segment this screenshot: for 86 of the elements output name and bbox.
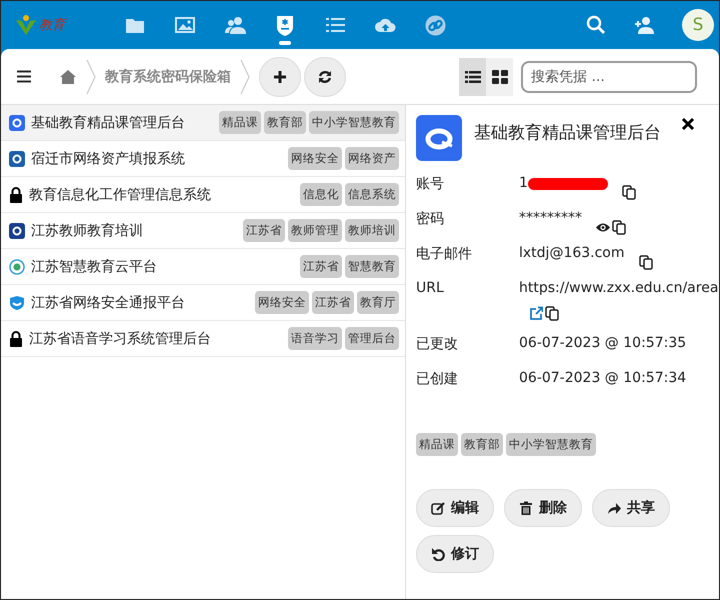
credential-name: 江苏智慧教育云平台 (31, 258, 157, 276)
field-value: https://www.zxx.edu.cn/area (519, 280, 718, 296)
refresh-icon (318, 70, 332, 84)
revisions-button[interactable]: 修订 (416, 535, 494, 573)
date-value: 06-07-2023 @ 10:57:34 (519, 370, 686, 386)
add-button[interactable] (259, 56, 301, 96)
copy-icon[interactable] (545, 306, 559, 321)
field-label: 已更改 (416, 335, 459, 354)
search-icon[interactable] (586, 15, 606, 35)
edit-icon (431, 501, 445, 515)
edit-button[interactable]: 编辑 (416, 489, 494, 527)
credential-row[interactable]: 宿迁市网络资产填报系统 网络安全 网络资产 (1, 141, 405, 177)
detail-title: 基础教育精品课管理后台 (474, 122, 661, 144)
field-value: ********* (519, 210, 582, 226)
delete-button[interactable]: 删除 (504, 489, 582, 527)
tag[interactable]: 江苏省 (300, 255, 342, 278)
tag[interactable]: 信息化 (300, 183, 342, 206)
tag[interactable]: 网络安全 (288, 147, 342, 170)
credential-name: 宿迁市网络资产填报系统 (31, 150, 185, 168)
tag[interactable]: 语音学习 (288, 327, 342, 350)
tag[interactable]: 精品课 (219, 111, 261, 134)
credential-name: 江苏省网络安全通报平台 (31, 294, 185, 312)
tag[interactable]: 网络资产 (345, 147, 399, 170)
credential-name: 教育信息化工作管理信息系统 (29, 186, 211, 204)
tag[interactable]: 教育部 (264, 111, 306, 134)
tag[interactable]: 江苏省 (243, 219, 285, 242)
field-label: 电子邮件 (416, 245, 473, 264)
link-icon (424, 14, 446, 36)
tag[interactable]: 精品课 (416, 433, 458, 456)
trash-icon (519, 501, 533, 515)
undo-icon (431, 547, 445, 561)
logo-figure-icon (15, 14, 37, 36)
copy-icon[interactable] (638, 255, 653, 270)
field-label: URL (416, 279, 445, 298)
list-icon (464, 70, 480, 84)
copy-icon[interactable] (622, 185, 636, 200)
breadcrumb-separator-icon (239, 58, 251, 94)
share-button[interactable]: 共享 (592, 489, 670, 527)
credential-name: 基础教育精品课管理后台 (31, 114, 185, 132)
tag[interactable]: 教师管理 (288, 219, 342, 242)
tag[interactable]: 教师培训 (345, 219, 399, 242)
tag[interactable]: 江苏省 (312, 291, 354, 314)
field-label: 密码 (416, 210, 445, 229)
field-value: lxtdj@163.com (519, 245, 625, 261)
credential-row[interactable]: 基础教育精品课管理后台 精品课 教育部 中小学智慧教育 (1, 105, 405, 141)
breadcrumb-separator-icon (85, 58, 97, 94)
tag[interactable]: 教育部 (461, 433, 503, 456)
lock-icon (9, 330, 23, 346)
tag[interactable]: 信息系统 (345, 183, 399, 206)
credential-row[interactable]: 江苏教师教育培训 江苏省 教师管理 教师培训 (1, 213, 405, 249)
tag[interactable]: 网络安全 (255, 291, 309, 314)
home-icon[interactable] (59, 68, 77, 84)
credential-row[interactable]: 江苏省网络安全通报平台 网络安全 江苏省 教育厅 (1, 285, 405, 321)
tag[interactable]: 智慧教育 (345, 255, 399, 278)
search-field[interactable]: 搜索凭据 ... (521, 60, 697, 92)
contacts-icon[interactable] (634, 15, 654, 35)
external-link-icon[interactable] (529, 306, 543, 321)
grid-icon (492, 70, 508, 84)
field-value: 1 (519, 175, 528, 191)
image-icon (174, 14, 196, 36)
credential-row[interactable]: 教育信息化工作管理信息系统 信息化 信息系统 (1, 177, 405, 213)
close-icon[interactable] (681, 117, 695, 131)
refresh-button[interactable] (304, 56, 346, 96)
plus-icon (273, 70, 287, 84)
tag[interactable]: 中小学智慧教育 (309, 111, 399, 134)
breadcrumb-link[interactable]: 教育系统密码保险箱 (105, 68, 231, 86)
date-value: 06-07-2023 @ 10:57:35 (519, 335, 686, 351)
shield-asterisk-icon (274, 14, 296, 36)
credential-name: 江苏教师教育培训 (31, 222, 143, 240)
tag[interactable]: 管理后台 (345, 327, 399, 350)
app-logo-icon (416, 115, 462, 161)
logo-text: 教育 (39, 16, 65, 34)
people-icon (224, 14, 246, 36)
credential-row[interactable]: 江苏省语音学习系统管理后台 语音学习 管理后台 (1, 321, 405, 357)
lock-icon (9, 186, 23, 202)
field-label: 账号 (416, 175, 445, 194)
credential-row[interactable]: 江苏智慧教育云平台 江苏省 智慧教育 (1, 249, 405, 285)
credential-name: 江苏省语音学习系统管理后台 (29, 330, 211, 348)
tag[interactable]: 教育厅 (357, 291, 399, 314)
view-toggle-button[interactable] (459, 58, 486, 96)
field-label: 已创建 (416, 370, 459, 389)
tag[interactable]: 中小学智慧教育 (506, 433, 596, 456)
view-toggle-button[interactable] (486, 58, 513, 96)
menu-icon (17, 70, 31, 83)
share-arrow-icon (607, 501, 621, 515)
copy-icon[interactable] (612, 220, 626, 235)
